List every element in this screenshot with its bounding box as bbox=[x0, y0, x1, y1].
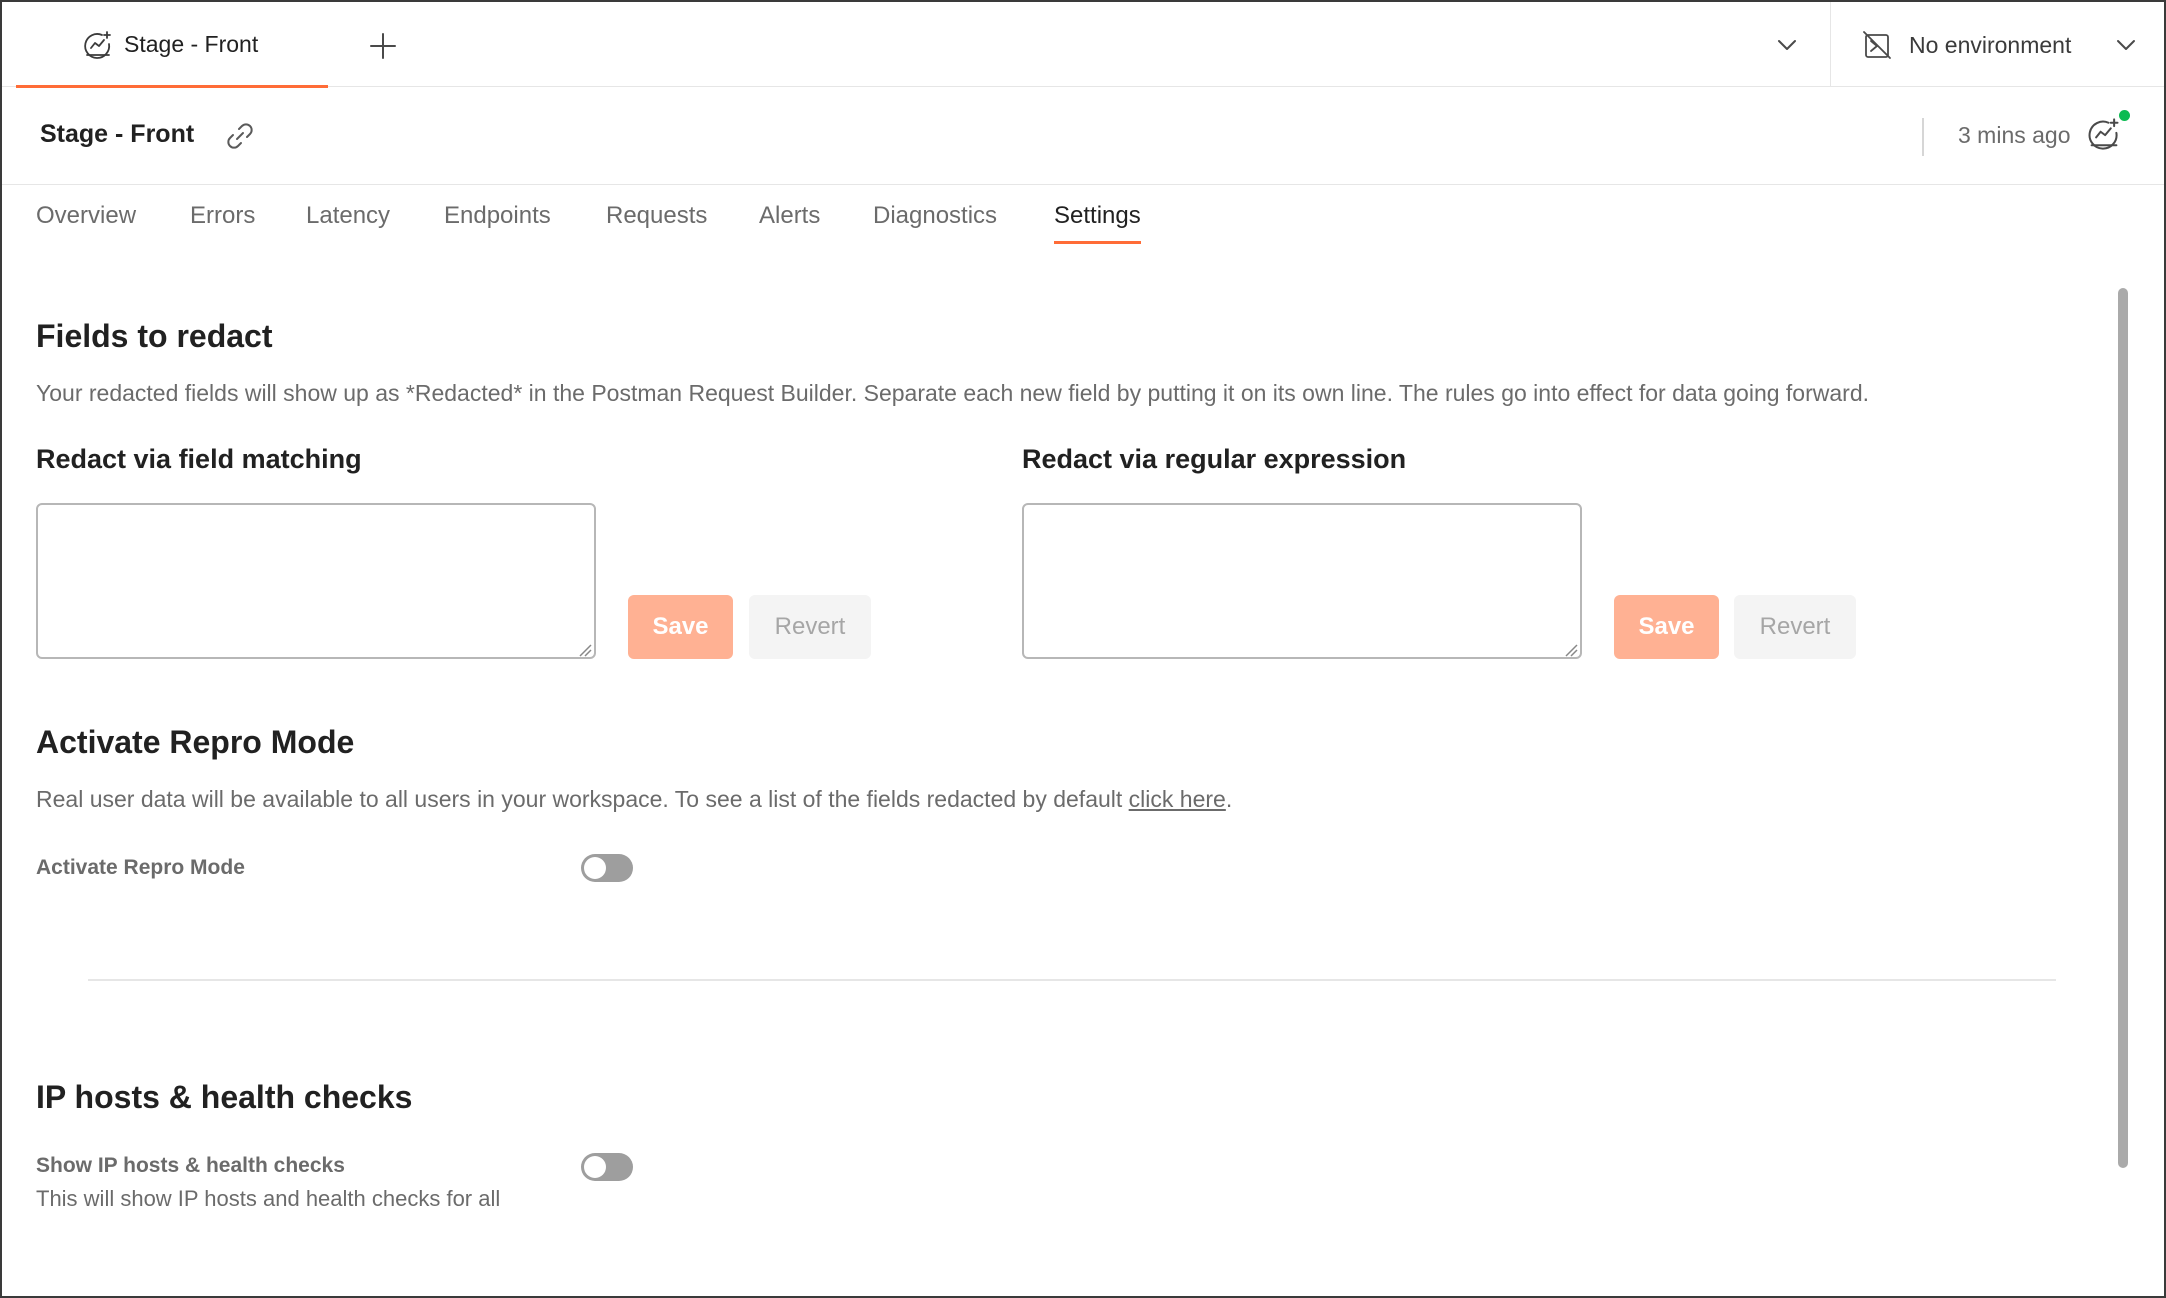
monitor-status-icon[interactable] bbox=[2086, 116, 2122, 152]
tab-stage-front[interactable]: Stage - Front bbox=[16, 2, 328, 88]
app-window: Stage - Front No environment Stage - Fro… bbox=[0, 0, 2166, 1298]
field-matching-title: Redact via field matching bbox=[36, 444, 362, 474]
tab-overview[interactable]: Overview bbox=[36, 202, 136, 244]
last-updated: 3 mins ago bbox=[1958, 122, 2071, 148]
click-here-link[interactable]: click here bbox=[1129, 786, 1226, 812]
tab-requests[interactable]: Requests bbox=[606, 202, 707, 244]
repro-description-suffix: . bbox=[1225, 786, 1233, 812]
copy-link-icon[interactable] bbox=[224, 120, 256, 152]
online-status-dot bbox=[2119, 110, 2130, 121]
header-divider bbox=[1922, 118, 1924, 156]
section-tabs: Overview Errors Latency Endpoints Reques… bbox=[2, 186, 2164, 252]
vertical-scrollbar[interactable] bbox=[2118, 288, 2128, 1168]
ip-hosts-toggle[interactable] bbox=[581, 1153, 633, 1181]
field-matching-textarea[interactable] bbox=[36, 503, 596, 659]
tab-label: Stage - Front bbox=[124, 31, 259, 57]
repro-mode-toggle[interactable] bbox=[581, 854, 633, 882]
repro-mode-title: Activate Repro Mode bbox=[36, 724, 355, 760]
regex-textarea[interactable] bbox=[1022, 503, 1582, 659]
repro-description-text: Real user data will be available to all … bbox=[36, 786, 1129, 812]
tab-settings[interactable]: Settings bbox=[1054, 202, 1141, 244]
chevron-down-icon bbox=[2113, 32, 2139, 58]
environment-selector[interactable]: No environment bbox=[1830, 2, 2164, 87]
fields-to-redact-description: Your redacted fields will show up as *Re… bbox=[36, 380, 1870, 406]
tabs-dropdown-chevron-down-icon[interactable] bbox=[1774, 32, 1800, 58]
toggle-knob bbox=[584, 1156, 606, 1178]
regex-revert-button[interactable]: Revert bbox=[1734, 595, 1856, 659]
tab-bar: Stage - Front No environment bbox=[2, 2, 2164, 88]
toggle-knob bbox=[584, 857, 606, 879]
tab-alerts[interactable]: Alerts bbox=[759, 202, 820, 244]
ip-hosts-toggle-label: Show IP hosts & health checks bbox=[36, 1154, 345, 1177]
tab-endpoints[interactable]: Endpoints bbox=[444, 202, 551, 244]
no-environment-icon bbox=[1861, 29, 1893, 61]
resize-grip-icon[interactable] bbox=[578, 643, 592, 657]
page-header: Stage - Front 3 mins ago bbox=[2, 88, 2164, 185]
resize-grip-icon[interactable] bbox=[1564, 643, 1578, 657]
tab-diagnostics[interactable]: Diagnostics bbox=[873, 202, 997, 244]
tab-errors[interactable]: Errors bbox=[190, 202, 255, 244]
ip-hosts-toggle-description: This will show IP hosts and health check… bbox=[36, 1186, 501, 1211]
monitor-icon bbox=[82, 29, 114, 61]
tab-latency[interactable]: Latency bbox=[306, 202, 390, 244]
repro-mode-description: Real user data will be available to all … bbox=[36, 786, 1232, 813]
environment-label: No environment bbox=[1909, 32, 2072, 58]
section-divider bbox=[88, 979, 2056, 981]
field-matching-revert-button[interactable]: Revert bbox=[749, 595, 871, 659]
field-matching-save-button[interactable]: Save bbox=[628, 595, 733, 659]
repro-toggle-label: Activate Repro Mode bbox=[36, 856, 245, 879]
regex-save-button[interactable]: Save bbox=[1614, 595, 1719, 659]
fields-to-redact-title: Fields to redact bbox=[36, 318, 273, 354]
ip-hosts-title: IP hosts & health checks bbox=[36, 1079, 413, 1115]
page-title: Stage - Front bbox=[40, 120, 195, 148]
regex-title: Redact via regular expression bbox=[1022, 444, 1407, 474]
add-tab-button[interactable] bbox=[365, 28, 401, 64]
settings-content: Fields to redact Your redacted fields wi… bbox=[2, 252, 2102, 1296]
